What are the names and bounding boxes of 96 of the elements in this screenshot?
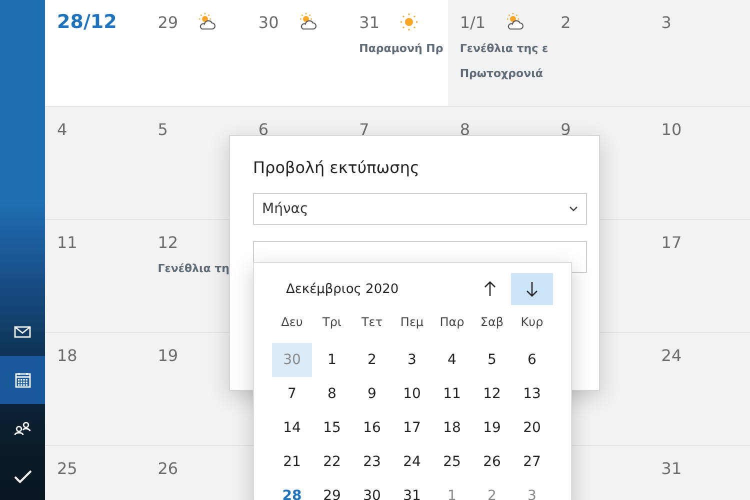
next-month-button[interactable]: [511, 273, 553, 305]
day-number: 10: [661, 120, 682, 138]
calendar-day[interactable]: 15: [312, 411, 352, 445]
calendar-day[interactable]: 8: [312, 377, 352, 411]
weekday-label: Κυρ: [520, 314, 544, 331]
calendar-icon: [14, 372, 30, 388]
day-number: 7: [359, 120, 370, 138]
day-cell[interactable]: 17: [649, 220, 750, 333]
day-number: 4: [57, 120, 68, 138]
calendar-day[interactable]: 7: [272, 377, 312, 411]
day-number: 11: [57, 232, 78, 252]
day-cell[interactable]: 24: [649, 333, 750, 446]
day-number: 30: [258, 12, 279, 32]
day-number: 31: [661, 458, 682, 478]
event-title[interactable]: Παραμονή Πρ: [359, 38, 448, 59]
day-cell[interactable]: 3: [649, 0, 750, 107]
calendar-day[interactable]: 2: [472, 479, 512, 500]
calendar-day[interactable]: 19: [472, 411, 512, 445]
calendar-day[interactable]: 3: [392, 343, 432, 377]
day-number: 3: [661, 12, 672, 32]
weekday-label: Τρι: [321, 314, 342, 331]
calendar-day[interactable]: 5: [472, 343, 512, 377]
day-number: 8: [460, 120, 470, 138]
day-cell[interactable]: 2: [548, 0, 650, 107]
calendar-day[interactable]: 27: [512, 445, 552, 479]
day-number: 1/1: [460, 12, 486, 32]
calendar-day[interactable]: 10: [392, 377, 432, 411]
calendar-day[interactable]: 29: [312, 479, 352, 500]
weekday-label: Σαβ: [479, 314, 505, 331]
calendar-day[interactable]: 13: [512, 377, 552, 411]
calendar-day[interactable]: 1: [432, 479, 472, 500]
day-number: 5: [158, 120, 168, 138]
day-cell[interactable]: 11: [45, 220, 146, 333]
calendar-day[interactable]: 25: [432, 445, 472, 479]
sun-behind-cloud-icon: [298, 13, 317, 31]
sun-behind-cloud-icon: [198, 13, 216, 31]
calendar-day[interactable]: 26: [472, 445, 512, 479]
day-cell[interactable]: 1/1 Γενέθλια της ε Πρωτοχρονιά: [448, 0, 549, 107]
calendar-day[interactable]: 14: [272, 411, 312, 445]
calendar-day[interactable]: 18: [432, 411, 472, 445]
day-cell[interactable]: 26: [146, 446, 246, 500]
calendar-day[interactable]: 30: [352, 479, 392, 500]
checkmark-icon: [14, 470, 32, 482]
day-number: 24: [661, 346, 682, 364]
calendar-day[interactable]: 4: [432, 343, 472, 377]
dialog-title: Προβολή εκτύπωσης: [253, 158, 420, 177]
calendar-day[interactable]: 23: [352, 445, 392, 479]
day-cell[interactable]: 31: [649, 446, 750, 500]
weekday-label: Παρ: [438, 314, 466, 331]
calendar-day[interactable]: 21: [272, 445, 312, 479]
sun-behind-cloud-icon: [506, 13, 524, 31]
day-cell[interactable]: 25: [45, 446, 146, 500]
event-title[interactable]: Πρωτοχρονιά: [460, 63, 549, 84]
day-cell[interactable]: 18: [45, 333, 146, 446]
day-number: 28/12: [57, 11, 117, 33]
mail-icon: [14, 326, 31, 338]
calendar-day[interactable]: 20: [512, 411, 552, 445]
calendar-day[interactable]: 16: [352, 411, 392, 445]
day-cell[interactable]: 4: [45, 107, 146, 220]
month-label[interactable]: Δεκέμβριος 2020: [286, 282, 469, 296]
calendar-day[interactable]: 11: [432, 377, 472, 411]
calendar-day[interactable]: 28: [272, 479, 312, 500]
calendar-day[interactable]: 31: [392, 479, 432, 500]
weekday-label: Πεμ: [399, 314, 425, 331]
weekday-label: Δευ: [280, 314, 304, 331]
day-number: 19: [158, 346, 178, 364]
calendar-day[interactable]: 1: [312, 343, 352, 377]
day-number: 26: [158, 458, 178, 478]
arrow-down-icon: [526, 281, 538, 297]
day-number: 25: [57, 458, 78, 478]
people-icon: [14, 420, 32, 436]
day-number: 6: [258, 120, 269, 138]
day-number: 31: [359, 12, 380, 32]
day-number: 29: [158, 12, 178, 32]
view-select[interactable]: Μήνας: [253, 193, 587, 225]
chevron-down-icon: [569, 206, 578, 212]
calendar-day[interactable]: 24: [392, 445, 432, 479]
event-title[interactable]: Γενέθλια της ε: [460, 38, 549, 59]
calendar-day[interactable]: 3: [512, 479, 552, 500]
day-number: 18: [57, 346, 78, 364]
calendar-day[interactable]: 6: [512, 343, 552, 377]
weekday-label: Τετ: [360, 314, 384, 331]
day-number: 2: [560, 12, 571, 32]
calendar-day[interactable]: 12: [472, 377, 512, 411]
calendar-day[interactable]: 2: [352, 343, 392, 377]
day-number: 9: [560, 120, 571, 138]
day-cell[interactable]: 19: [146, 333, 246, 446]
calendar-day[interactable]: 22: [312, 445, 352, 479]
arrow-up-icon: [484, 281, 496, 297]
calendar-day[interactable]: 9: [352, 377, 392, 411]
day-cell[interactable]: 10: [649, 107, 750, 220]
sidebar-button[interactable]: [0, 356, 45, 404]
day-number: 12: [158, 232, 178, 252]
day-number: 17: [661, 232, 682, 252]
calendar-day[interactable]: 17: [392, 411, 432, 445]
sun-icon: [400, 13, 418, 31]
